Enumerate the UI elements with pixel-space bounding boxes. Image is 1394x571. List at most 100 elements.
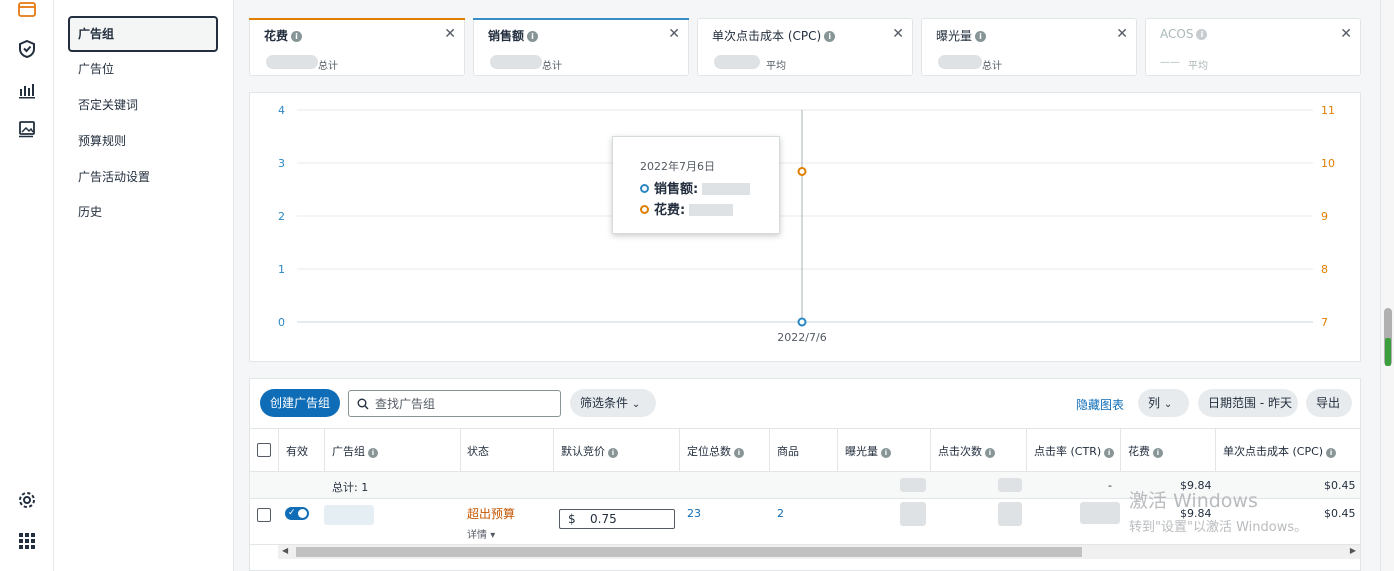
targets-link[interactable]: 23 <box>687 507 701 520</box>
row-checkbox[interactable] <box>257 508 271 522</box>
metric-sub: 总计 <box>542 61 562 72</box>
close-icon[interactable]: ✕ <box>1116 26 1128 42</box>
info-icon[interactable]: i <box>1196 29 1208 40</box>
y-left-tick-label: 2 <box>278 210 285 223</box>
performance-chart: 0 1 2 3 4 7 8 9 10 11 2022/7/6 <box>249 92 1361 362</box>
close-icon[interactable]: ✕ <box>444 26 456 42</box>
header-cpc[interactable]: 单次点击成本 (CPC) i <box>1223 443 1337 459</box>
redacted-value <box>998 478 1022 492</box>
date-range-button[interactable]: 日期范围 - 昨天 <box>1198 389 1298 417</box>
close-icon[interactable]: ✕ <box>1340 26 1352 42</box>
close-icon[interactable]: ✕ <box>892 26 904 42</box>
gear-icon[interactable] <box>14 487 40 513</box>
series-marker-icon <box>640 184 649 193</box>
chevron-down-icon: ⌄ <box>1163 399 1173 410</box>
search-box[interactable] <box>348 390 561 417</box>
col-divider <box>553 429 554 471</box>
y-right-tick-label: 11 <box>1321 104 1335 117</box>
nav-ad-groups[interactable]: 广告组 <box>68 16 218 52</box>
details-dropdown[interactable]: 详情 ▾ <box>467 526 495 541</box>
col-divider <box>837 429 838 471</box>
products-link[interactable]: 2 <box>777 507 784 520</box>
header-products[interactable]: 商品 <box>777 443 799 459</box>
y-right-tick-label: 8 <box>1321 263 1328 276</box>
metric-title: 销售额 i <box>488 27 539 44</box>
scrollbar-thumb[interactable] <box>296 547 1082 557</box>
metric-color-bar <box>249 18 465 20</box>
header-status[interactable]: 状态 <box>467 443 489 459</box>
shield-icon[interactable] <box>14 36 40 62</box>
create-ad-group-button[interactable]: 创建广告组 <box>260 389 340 417</box>
nav-budget-rules[interactable]: 预算规则 <box>68 123 218 159</box>
nav-campaign-settings[interactable]: 广告活动设置 <box>68 159 218 195</box>
close-icon[interactable]: ✕ <box>668 26 680 42</box>
metric-card-acos[interactable]: ACOS i ✕ —— 平均 <box>1145 18 1361 76</box>
col-divider <box>1120 429 1121 471</box>
scrollbar-grip <box>1385 338 1391 366</box>
chart-svg: 0 1 2 3 4 7 8 9 10 11 2022/7/6 <box>278 104 1335 344</box>
scroll-right-icon[interactable]: ▶ <box>1350 546 1356 555</box>
header-ctr[interactable]: 点击率 (CTR) i <box>1034 443 1115 459</box>
chart-tooltip: 2022年7月6日 销售额: 花费: <box>612 136 780 234</box>
page-scrollbar[interactable] <box>1380 0 1394 571</box>
header-default-bid[interactable]: 默认竞价 i <box>561 443 618 459</box>
bar-chart-icon[interactable] <box>14 77 40 103</box>
col-divider <box>1026 429 1027 471</box>
columns-button[interactable]: 列 ⌄ <box>1138 389 1189 417</box>
export-button[interactable]: 导出 <box>1306 389 1352 417</box>
metric-card-cpc[interactable]: 单次点击成本 (CPC) i ✕ 平均 <box>697 18 913 76</box>
y-right-tick-label: 7 <box>1321 316 1328 329</box>
search-icon <box>357 398 369 410</box>
image-gallery-icon[interactable] <box>14 116 40 142</box>
metric-value-redacted <box>266 55 318 69</box>
total-label: 总计: 1 <box>332 481 369 494</box>
default-bid-input[interactable] <box>590 512 670 526</box>
data-point <box>797 166 807 176</box>
header-targets[interactable]: 定位总数 i <box>687 443 744 459</box>
info-icon[interactable]: i <box>291 31 303 42</box>
header-ad-group[interactable]: 广告组 i <box>332 443 378 459</box>
select-all-checkbox[interactable] <box>257 443 271 457</box>
info-icon[interactable]: i <box>824 31 836 42</box>
metric-value-redacted <box>938 55 982 69</box>
scroll-left-icon[interactable]: ◀ <box>282 546 288 555</box>
header-impressions[interactable]: 曝光量 i <box>845 443 891 459</box>
nav-history[interactable]: 历史 <box>68 194 218 230</box>
header-active[interactable]: 有效 <box>286 443 308 459</box>
y-left-tick-label: 0 <box>278 316 285 329</box>
nav-placements[interactable]: 广告位 <box>68 51 218 87</box>
campaign-nav: 广告组 广告位 否定关键词 预算规则 广告活动设置 历史 <box>54 0 234 571</box>
metric-title: 花费 i <box>264 27 303 44</box>
info-icon[interactable]: i <box>975 31 987 42</box>
header-spend[interactable]: 花费 i <box>1128 443 1163 459</box>
metric-card-sales[interactable]: 销售额 i ✕ 总计 <box>473 18 689 76</box>
hide-chart-link[interactable]: 隐藏图表 <box>1076 396 1124 413</box>
metric-card-spend[interactable]: 花费 i ✕ 总计 <box>249 18 465 76</box>
metric-title: ACOS i <box>1160 27 1208 41</box>
series-marker-icon <box>640 205 649 214</box>
check-icon: ✓ <box>288 508 296 518</box>
metric-title: 单次点击成本 (CPC) i <box>712 27 836 44</box>
nav-negative-keywords[interactable]: 否定关键词 <box>68 87 218 123</box>
icon-rail <box>0 0 54 571</box>
ad-group-name-redacted[interactable] <box>324 505 374 525</box>
campaign-icon[interactable] <box>14 0 40 22</box>
header-clicks[interactable]: 点击次数 i <box>938 443 995 459</box>
apps-grid-icon[interactable] <box>14 528 40 554</box>
currency-symbol: $ <box>568 512 576 526</box>
default-bid-field[interactable]: $ <box>559 509 675 529</box>
redacted-value <box>702 183 751 195</box>
metric-card-impressions[interactable]: 曝光量 i ✕ 总计 <box>921 18 1137 76</box>
horizontal-scrollbar[interactable]: ◀ ▶ <box>278 545 1360 559</box>
active-toggle[interactable]: ✓ <box>285 507 309 520</box>
metric-title: 曝光量 i <box>936 27 987 44</box>
info-icon[interactable]: i <box>527 31 539 42</box>
row-cpc: $0.45 <box>1324 507 1356 520</box>
filter-button[interactable]: 筛选条件 ⌄ <box>570 389 656 417</box>
main-content: 花费 i ✕ 总计 销售额 i ✕ 总计 单次点击成本 (CPC) i ✕ 平均 曝光… <box>234 0 1380 571</box>
redacted-value <box>998 502 1022 526</box>
total-row: 总计: 1 - $9.84 $0.45 <box>250 472 1360 499</box>
table-header: 有效 广告组 i 状态 默认竞价 i 定位总数 i 商品 曝光量 i 点击次数 i 点击率… <box>250 428 1360 472</box>
metric-value-empty: —— <box>1160 57 1180 68</box>
search-input[interactable] <box>375 395 555 413</box>
